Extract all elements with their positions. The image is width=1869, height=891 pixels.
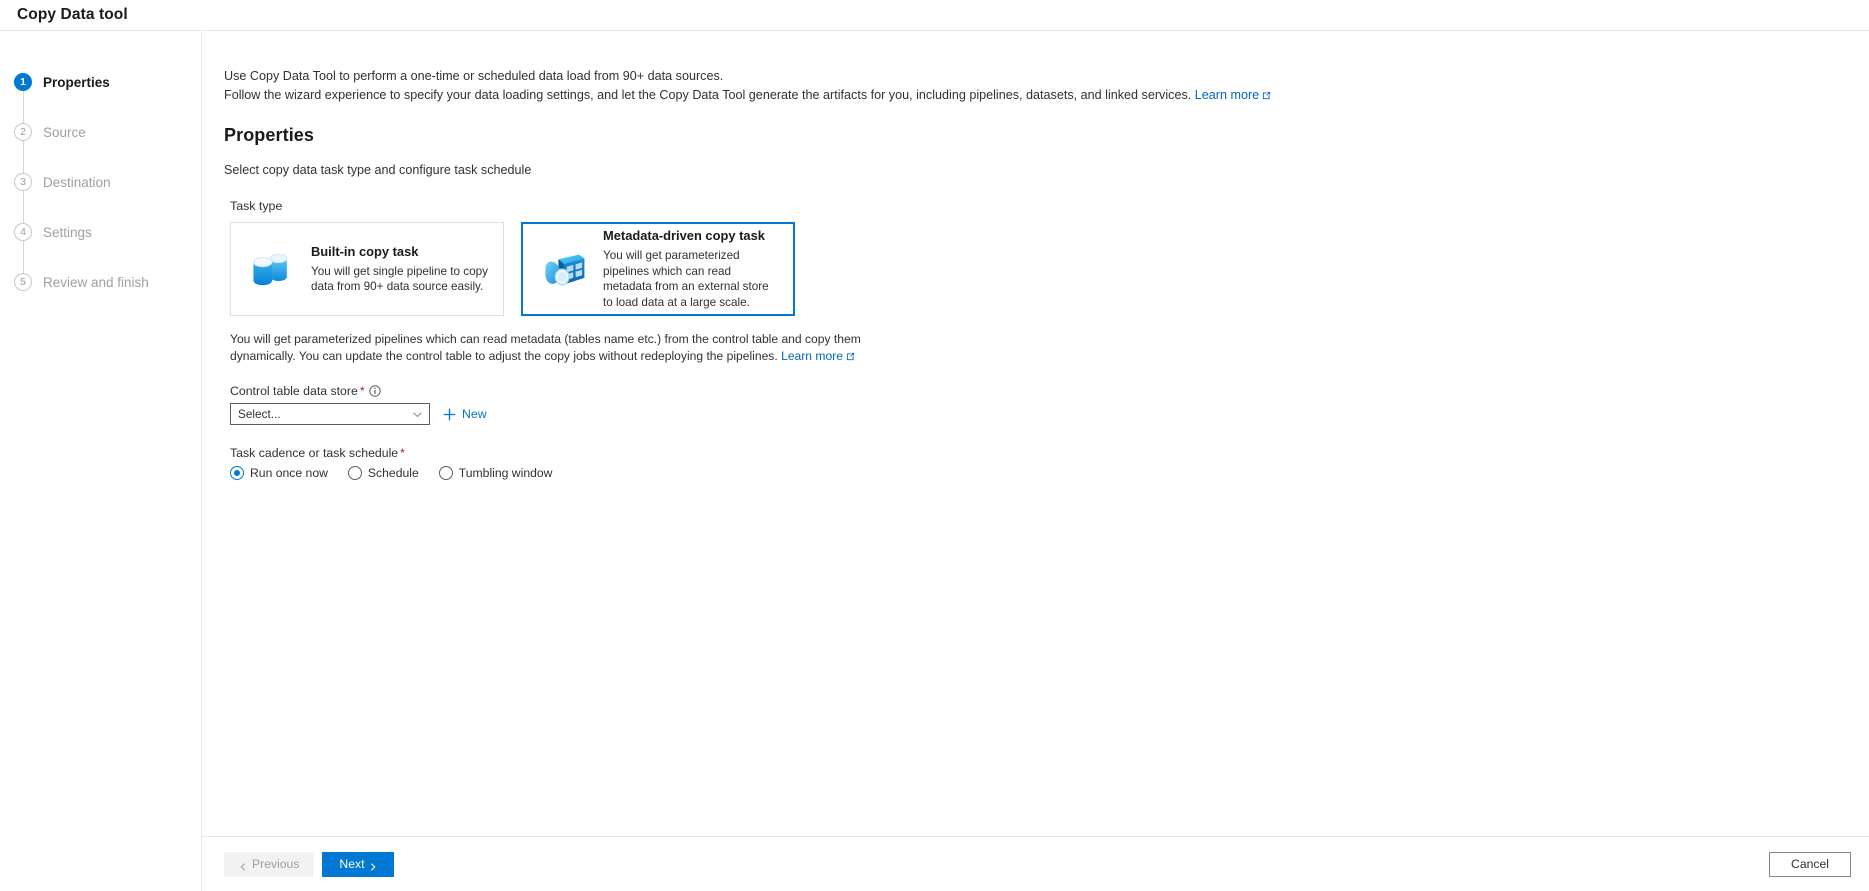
new-control-table-button[interactable]: New bbox=[439, 405, 491, 423]
window-title-bar: Copy Data tool bbox=[0, 0, 1869, 31]
task-type-card-description: You will get single pipeline to copy dat… bbox=[311, 264, 488, 294]
wizard-footer: Previous Next Cancel bbox=[202, 836, 1869, 891]
control-table-data-store-row: Select... New bbox=[230, 403, 1869, 425]
step-number-badge: 1 bbox=[14, 73, 32, 91]
task-type-card-group: Built-in copy task You will get single p… bbox=[230, 222, 1869, 316]
wizard-step-review-and-finish[interactable]: 5 Review and finish bbox=[0, 257, 201, 307]
database-stack-icon bbox=[245, 244, 299, 294]
radio-run-once-now[interactable]: Run once now bbox=[230, 466, 328, 480]
task-cadence-label-text: Task cadence or task schedule bbox=[230, 446, 399, 460]
required-asterisk: * bbox=[400, 446, 405, 460]
task-type-card-metadata-driven-copy-task[interactable]: Metadata-driven copy task You will get p… bbox=[521, 222, 795, 316]
step-number-badge: 5 bbox=[14, 273, 32, 291]
next-button[interactable]: Next bbox=[322, 851, 395, 877]
previous-button[interactable]: Previous bbox=[224, 851, 315, 877]
page-title: Properties bbox=[224, 125, 315, 145]
info-circle-icon[interactable] bbox=[368, 385, 381, 397]
step-number-badge: 4 bbox=[14, 223, 32, 241]
wizard-step-destination[interactable]: 3 Destination bbox=[0, 157, 201, 207]
required-asterisk: * bbox=[359, 384, 365, 398]
step-number-badge: 3 bbox=[14, 173, 32, 191]
wizard-step-properties[interactable]: 1 Properties bbox=[0, 57, 201, 107]
chevron-down-icon bbox=[412, 409, 423, 420]
footer-left-actions: Previous Next bbox=[224, 851, 395, 877]
footer-right-actions: Cancel bbox=[1769, 851, 1851, 877]
task-type-legend: Task type bbox=[230, 199, 283, 213]
intro-learn-more-label: Learn more bbox=[1194, 88, 1260, 102]
intro-line-2-text: Follow the wizard experience to specify … bbox=[224, 88, 1192, 102]
task-type-card-description: You will get parameterized pipelines whi… bbox=[603, 249, 769, 309]
external-link-icon bbox=[846, 349, 855, 360]
task-type-card-title: Built-in copy task bbox=[311, 243, 419, 259]
step-label: Properties bbox=[43, 74, 110, 90]
explanation-learn-more-link[interactable]: Learn more bbox=[781, 349, 855, 363]
step-label: Settings bbox=[43, 224, 92, 240]
radio-label: Schedule bbox=[367, 466, 419, 480]
page-subheading: Select copy data task type and configure… bbox=[224, 163, 532, 177]
radio-indicator bbox=[438, 466, 453, 480]
next-button-label: Next bbox=[339, 857, 365, 871]
radio-label: Run once now bbox=[250, 466, 328, 480]
radio-tumbling-window[interactable]: Tumbling window bbox=[438, 466, 553, 480]
cancel-button-label: Cancel bbox=[1791, 857, 1829, 871]
radio-schedule[interactable]: Schedule bbox=[347, 466, 419, 480]
wizard-step-settings[interactable]: 4 Settings bbox=[0, 207, 201, 257]
radio-indicator bbox=[230, 466, 244, 480]
external-link-icon bbox=[1262, 87, 1271, 100]
task-type-card-built-in-copy-task[interactable]: Built-in copy task You will get single p… bbox=[230, 222, 504, 316]
task-type-section: Task type Built-in copy task You will ge… bbox=[224, 199, 1869, 316]
chevron-left-icon bbox=[239, 860, 247, 871]
step-number-badge: 2 bbox=[14, 123, 32, 141]
intro-line-1: Use Copy Data Tool to perform a one-time… bbox=[224, 69, 724, 83]
explanation-learn-more-label: Learn more bbox=[781, 348, 843, 363]
task-type-explanation: You will get parameterized pipelines whi… bbox=[224, 331, 896, 364]
intro-paragraph-2: Follow the wizard experience to specify … bbox=[224, 86, 1869, 105]
control-table-label-text: Control table data store bbox=[230, 384, 358, 398]
chevron-right-icon bbox=[369, 860, 377, 871]
control-table-selected-value: Select... bbox=[238, 407, 281, 421]
task-cadence-label: Task cadence or task schedule * bbox=[230, 446, 1869, 460]
task-type-explanation-text: You will get parameterized pipelines whi… bbox=[230, 332, 861, 363]
metadata-table-icon bbox=[537, 244, 591, 294]
step-label: Destination bbox=[43, 174, 111, 190]
wizard-step-source[interactable]: 2 Source bbox=[0, 107, 201, 157]
task-cadence-section: Task cadence or task schedule * Run once … bbox=[230, 446, 1869, 480]
task-cadence-radio-group: Run once now Schedule Tumbling window bbox=[230, 466, 1869, 480]
wizard-step-rail: 1 Properties 2 Source 3 Destination 4 Se… bbox=[0, 31, 202, 891]
step-label: Source bbox=[43, 124, 86, 140]
properties-form: Control table data store * Select... New … bbox=[224, 384, 1869, 480]
radio-indicator bbox=[347, 466, 362, 480]
previous-button-label: Previous bbox=[252, 857, 300, 871]
plus-icon bbox=[443, 408, 456, 421]
control-table-data-store-label: Control table data store * bbox=[230, 384, 1869, 398]
content-pane: Use Copy Data Tool to perform a one-time… bbox=[202, 31, 1869, 891]
window-title: Copy Data tool bbox=[17, 6, 128, 23]
control-table-data-store-select[interactable]: Select... bbox=[230, 403, 430, 425]
main-layout: 1 Properties 2 Source 3 Destination 4 Se… bbox=[0, 31, 1869, 891]
cancel-button[interactable]: Cancel bbox=[1769, 851, 1851, 877]
new-button-label: New bbox=[462, 407, 487, 421]
intro-learn-more-link[interactable]: Learn more bbox=[1195, 88, 1271, 102]
step-label: Review and finish bbox=[43, 274, 149, 290]
task-type-card-title: Metadata-driven copy task bbox=[603, 228, 765, 243]
radio-label: Tumbling window bbox=[458, 466, 553, 480]
